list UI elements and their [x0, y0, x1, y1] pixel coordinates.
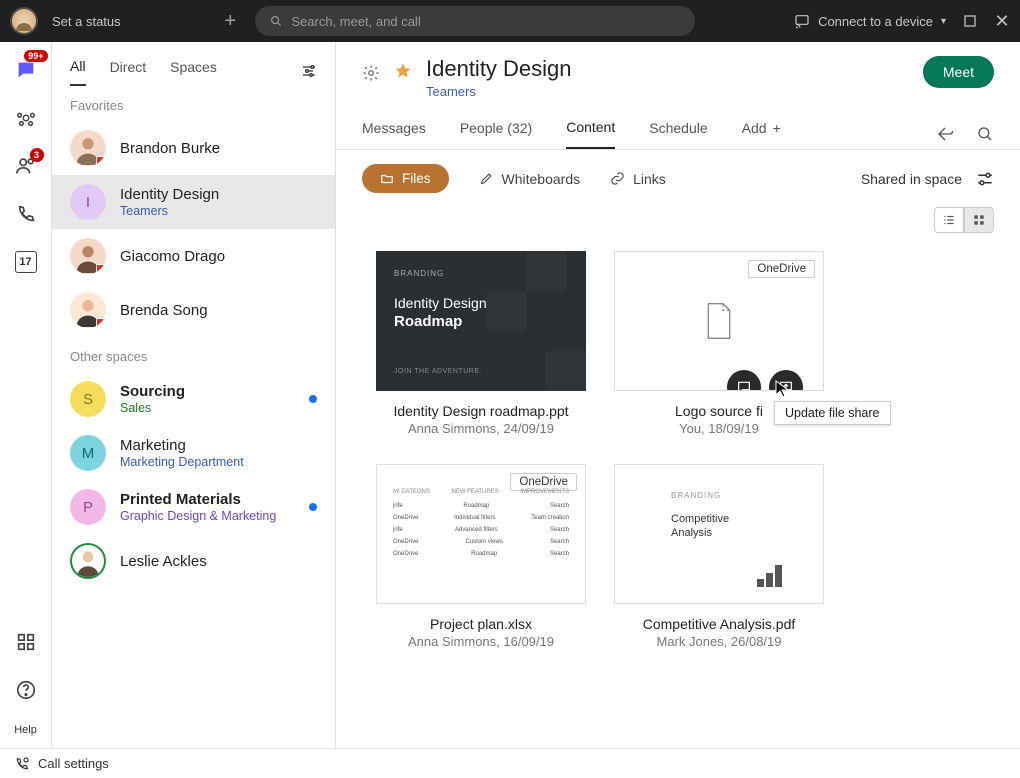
search-icon	[269, 14, 283, 28]
calendar-icon: 17	[15, 251, 37, 273]
document-icon	[703, 301, 735, 341]
file-meta: Anna Simmons, 16/09/19	[408, 634, 554, 649]
star-icon[interactable]	[394, 62, 412, 85]
list-view-button[interactable]	[934, 207, 964, 233]
search-input[interactable]: Search, meet, and call	[255, 6, 695, 36]
file-title: Competitive Analysis.pdf	[643, 616, 796, 632]
share-action-button[interactable]	[769, 370, 803, 391]
search-icon[interactable]	[976, 125, 994, 143]
tooltip-update-share: Update file share	[774, 401, 891, 425]
tab-content[interactable]: Content	[566, 119, 615, 149]
sidebar-item-brandon[interactable]: Brandon Burke	[52, 121, 335, 175]
tab-add[interactable]: Add+	[742, 120, 781, 148]
space-header: Identity Design Teamers Meet	[336, 42, 1020, 99]
file-card[interactable]: OneDrive MI DATEONSNEW FEATURESIMPROVEME…	[376, 464, 586, 649]
back-icon[interactable]	[936, 125, 954, 143]
file-meta: Mark Jones, 26/08/19	[656, 634, 781, 649]
space-tabs: Messages People (32) Content Schedule Ad…	[336, 99, 1020, 150]
tab-all[interactable]: All	[70, 58, 86, 86]
sidebar-tabs: All Direct Spaces	[52, 42, 335, 86]
title-bar: Set a status + Search, meet, and call Co…	[0, 0, 1020, 42]
connect-device-button[interactable]: Connect to a device ▾	[794, 13, 946, 29]
user-avatar[interactable]	[10, 7, 38, 35]
other-spaces-header: Other spaces	[52, 337, 335, 372]
tab-spaces[interactable]: Spaces	[170, 59, 217, 85]
file-title: Logo source fi	[675, 403, 763, 419]
file-thumbnail: OneDrive MI DATEONSNEW FEATURESIMPROVEME…	[376, 464, 586, 604]
maximize-icon[interactable]	[962, 13, 978, 29]
space-subtitle[interactable]: Teamers	[426, 84, 572, 99]
file-card[interactable]: BRANDING Competitive Analysis Competitiv…	[614, 464, 824, 649]
tab-people[interactable]: People (32)	[460, 120, 532, 148]
tab-direct[interactable]: Direct	[110, 59, 147, 85]
sidebar-item-brenda[interactable]: Brenda Song	[52, 283, 335, 337]
phone-settings-icon	[14, 756, 30, 772]
footer-bar: Call settings	[0, 748, 1020, 778]
unread-dot	[309, 395, 317, 403]
tab-messages[interactable]: Messages	[362, 120, 426, 148]
links-link[interactable]: Links	[610, 171, 666, 187]
file-grid: BRANDING Identity Design Roadmap JOIN TH…	[336, 233, 1020, 667]
onedrive-badge: OneDrive	[748, 260, 815, 278]
file-title: Identity Design roadmap.ppt	[393, 403, 568, 419]
chat-badge: 99+	[24, 50, 47, 62]
call-settings-link[interactable]: Call settings	[38, 756, 109, 771]
file-meta: Anna Simmons, 24/09/19	[408, 421, 554, 436]
sidebar-item-leslie[interactable]: Leslie Ackles	[52, 534, 335, 588]
link-icon	[610, 171, 625, 186]
view-toggle	[336, 207, 1020, 233]
folder-icon	[380, 172, 394, 186]
contacts-badge: 3	[30, 148, 44, 162]
filter-icon[interactable]	[301, 63, 317, 82]
file-thumbnail: BRANDING Identity Design Roadmap JOIN TH…	[376, 251, 586, 391]
file-meta: You, 18/09/19	[679, 421, 759, 436]
tab-schedule[interactable]: Schedule	[649, 120, 707, 148]
close-icon[interactable]: ✕	[994, 13, 1010, 29]
left-rail: 99+ 3 17 Help	[0, 42, 52, 748]
sidebar-item-giacomo[interactable]: Giacomo Drago	[52, 229, 335, 283]
file-title: Project plan.xlsx	[430, 616, 532, 632]
unread-dot	[309, 503, 317, 511]
rail-teams[interactable]	[12, 104, 40, 132]
sidebar-item-identity-design[interactable]: I Identity DesignTeamers	[52, 175, 335, 229]
cast-icon	[794, 13, 810, 29]
settings-icon[interactable]	[362, 64, 380, 87]
files-pill[interactable]: Files	[362, 164, 449, 193]
main-content: Identity Design Teamers Meet Messages Pe…	[336, 42, 1020, 748]
rail-contacts[interactable]: 3	[12, 152, 40, 180]
shared-label[interactable]: Shared in space	[861, 171, 962, 187]
meet-button[interactable]: Meet	[923, 56, 994, 88]
plus-icon[interactable]: +	[219, 10, 241, 32]
settings-slider-icon[interactable]	[976, 170, 994, 188]
sidebar-item-sourcing[interactable]: S SourcingSales	[52, 372, 335, 426]
space-title: Identity Design	[426, 56, 572, 82]
sidebar: All Direct Spaces Favorites Brandon Burk…	[52, 42, 336, 748]
content-subbar: Files Whiteboards Links Shared in space	[336, 150, 1020, 207]
pen-icon	[479, 171, 494, 186]
search-placeholder: Search, meet, and call	[291, 14, 420, 29]
file-card[interactable]: OneDrive Logo source fi You, 18/09/19 Up…	[614, 251, 824, 436]
chat-action-button[interactable]	[727, 370, 761, 391]
favorites-header: Favorites	[52, 86, 335, 121]
sidebar-item-printed-materials[interactable]: P Printed MaterialsGraphic Design & Mark…	[52, 480, 335, 534]
bar-chart-icon	[757, 565, 787, 587]
file-card[interactable]: BRANDING Identity Design Roadmap JOIN TH…	[376, 251, 586, 436]
whiteboards-link[interactable]: Whiteboards	[479, 171, 581, 187]
rail-calendar[interactable]: 17	[12, 248, 40, 276]
rail-calls[interactable]	[12, 200, 40, 228]
grid-view-button[interactable]	[964, 207, 994, 233]
file-thumbnail: OneDrive	[614, 251, 824, 391]
help-label: Help	[14, 724, 37, 736]
rail-help[interactable]	[12, 676, 40, 704]
file-thumbnail: BRANDING Competitive Analysis	[614, 464, 824, 604]
sidebar-item-marketing[interactable]: M MarketingMarketing Department	[52, 426, 335, 480]
rail-apps[interactable]	[12, 628, 40, 656]
status-text[interactable]: Set a status	[52, 14, 121, 29]
rail-chat[interactable]: 99+	[12, 56, 40, 84]
